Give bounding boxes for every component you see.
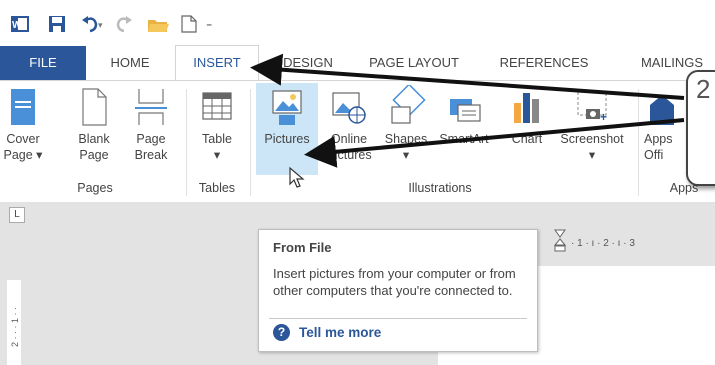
screenshot-label-2: ▾ xyxy=(588,148,596,162)
ribbon-insert: Cover Page ▾ Blank Page Page Break Pages… xyxy=(0,80,715,203)
redo-icon[interactable] xyxy=(114,14,134,39)
blank-page-label-1: Blank xyxy=(78,132,110,146)
word-app-icon[interactable]: W xyxy=(9,14,31,39)
open-folder-icon[interactable] xyxy=(146,14,170,39)
tab-insert[interactable]: INSERT xyxy=(175,45,259,81)
tooltip-title: From File xyxy=(273,240,332,255)
shapes-button[interactable]: Shapes ▾ xyxy=(382,85,430,163)
horizontal-ruler: · 1 · ı · 2 · ı · 3 xyxy=(545,229,715,252)
tab-references[interactable]: REFERENCES xyxy=(488,46,600,80)
page-break-icon xyxy=(135,89,167,125)
cover-page-label-1: Cover xyxy=(6,132,40,146)
online-pictures-label-1: Online xyxy=(330,132,368,146)
ruler-corner-tab-selector[interactable]: L xyxy=(9,207,25,223)
shapes-label-1: Shapes xyxy=(384,132,428,146)
svg-text:+: + xyxy=(600,110,607,124)
page-break-label-1: Page xyxy=(136,132,166,146)
group-separator xyxy=(186,89,187,196)
mouse-cursor-icon xyxy=(289,166,305,188)
page-break-button[interactable]: Page Break xyxy=(128,85,174,163)
group-separator xyxy=(638,89,639,196)
new-document-icon[interactable] xyxy=(180,14,198,39)
screenshot-button[interactable]: + Screenshot ▾ xyxy=(556,85,628,163)
blank-page-button[interactable]: Blank Page xyxy=(74,85,114,163)
online-pictures-icon xyxy=(332,92,366,124)
ribbon-tabs: FILE HOME INSERT DESIGN PAGE LAYOUT REFE… xyxy=(0,45,715,81)
pictures-button[interactable]: Pictures xyxy=(256,83,318,175)
pictures-label: Pictures xyxy=(264,132,310,146)
cover-page-label-2: Page ▾ xyxy=(3,148,43,162)
screenshot-label-1: Screenshot xyxy=(560,132,624,146)
blank-page-icon xyxy=(82,88,107,126)
table-label-1: Table xyxy=(202,132,232,146)
group-label-tables: Tables xyxy=(198,181,236,195)
smartart-button[interactable]: SmartArt xyxy=(434,85,494,147)
cover-page-button[interactable]: Cover Page ▾ xyxy=(2,85,44,163)
table-label-2: ▾ xyxy=(213,148,221,162)
cover-page-icon xyxy=(11,89,35,125)
online-pictures-button[interactable]: Online Pictures xyxy=(320,85,378,163)
apps-label-1: Apps xyxy=(644,132,673,146)
table-button[interactable]: Table ▾ xyxy=(194,85,240,163)
help-icon[interactable]: ? xyxy=(273,324,290,341)
group-separator xyxy=(250,89,251,196)
tab-home[interactable]: HOME xyxy=(92,46,168,80)
tab-design[interactable]: DESIGN xyxy=(268,46,348,80)
indent-marker-icon[interactable] xyxy=(553,228,567,252)
table-icon xyxy=(202,92,232,120)
apps-for-office-button[interactable]: Apps Offi xyxy=(644,85,684,163)
quick-access-toolbar: W ▾ ₌ xyxy=(0,0,715,46)
smartart-label: SmartArt xyxy=(439,132,489,146)
save-icon[interactable] xyxy=(47,14,67,39)
online-pictures-label-2: Pictures xyxy=(326,148,372,162)
screenshot-icon: + xyxy=(577,90,607,124)
callout-number: 2 xyxy=(696,74,711,104)
page-break-label-2: Break xyxy=(134,148,168,162)
chart-icon xyxy=(514,93,539,123)
pictures-tooltip: From File Insert pictures from your comp… xyxy=(258,229,538,352)
vertical-ruler: 2 · · · 1 · · xyxy=(7,280,21,365)
customize-qat-icon[interactable]: ₌ xyxy=(206,16,212,30)
undo-icon[interactable]: ▾ xyxy=(80,14,106,39)
step-callout: 2 xyxy=(686,70,715,186)
tooltip-description: Insert pictures from your computer or fr… xyxy=(273,266,516,298)
apps-label-2: Offi xyxy=(644,148,664,162)
tooltip-divider xyxy=(269,318,527,319)
vertical-ruler-text: 2 · · · 1 · · xyxy=(10,307,20,347)
shapes-label-2: ▾ xyxy=(402,148,410,162)
horizontal-ruler-text: · 1 · ı · 2 · ı · 3 xyxy=(571,238,635,249)
tell-me-more-link[interactable]: Tell me more xyxy=(299,325,381,340)
apps-store-icon xyxy=(650,95,674,125)
chart-button[interactable]: Chart xyxy=(506,85,548,147)
group-label-illustrations: Illustrations xyxy=(408,181,472,195)
smartart-icon xyxy=(450,99,481,122)
chart-label: Chart xyxy=(511,132,543,146)
svg-text:W: W xyxy=(12,20,22,31)
group-label-pages: Pages xyxy=(77,181,113,195)
blank-page-label-2: Page xyxy=(79,148,109,162)
svg-text:▾: ▾ xyxy=(98,20,103,30)
tab-file[interactable]: FILE xyxy=(0,46,86,80)
pictures-icon xyxy=(272,90,302,125)
tab-page-layout[interactable]: PAGE LAYOUT xyxy=(355,46,473,80)
shapes-icon xyxy=(391,85,426,124)
